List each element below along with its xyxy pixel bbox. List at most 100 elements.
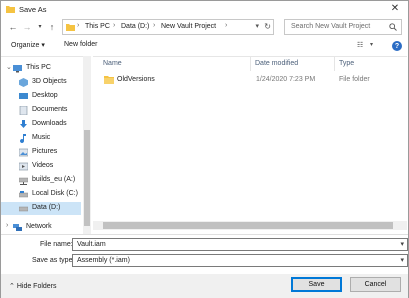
address-dropdown-icon[interactable]: ▾ [255,22,259,30]
file-list: Name Date modified Type OldVersions 1/24… [93,56,407,234]
save-as-dialog: Save As ✕ ← → ▾ ↑ › This PC › Data (D:) … [0,0,409,298]
column-header-label: Date modified [255,60,299,67]
breadcrumb-data-d[interactable]: Data (D:) [121,23,149,30]
view-options-icon[interactable]: ☷ [357,41,363,49]
breadcrumb-separator: › [77,22,80,29]
column-header-label: Type [339,60,355,67]
sidebar-item-videos[interactable]: Videos [1,160,81,173]
sidebar-item-network[interactable]: › Network [1,221,81,234]
close-button[interactable]: ✕ [384,1,406,16]
column-header-name[interactable]: Name [99,57,251,71]
sidebar-item-label: Documents [32,106,68,113]
address-bar[interactable]: › This PC › Data (D:) › New Vault Projec… [62,19,274,35]
column-header-type[interactable]: Type [335,57,405,71]
sidebar-item-music[interactable]: Music [1,132,81,145]
picture-icon [19,148,28,157]
disk-icon [19,191,28,198]
arrow-right-icon: → [22,21,32,32]
help-icon[interactable]: ? [392,41,402,51]
sidebar-item-label: Network [26,223,52,230]
file-type: File folder [339,76,370,83]
hide-folders-button[interactable]: ⌃ Hide Folders [9,282,57,290]
chevron-down-icon: ▾ [38,24,42,30]
breadcrumb-separator: › [153,22,156,29]
network-drive-icon [19,177,28,185]
navigation-pane: ⌄ This PC 3D Objects Desktop Documents D… [1,56,91,234]
list-item[interactable]: OldVersions 1/24/2020 7:23 PM File folde… [99,73,399,86]
search-input[interactable]: Search New Vault Project [284,19,402,35]
toolbar: Organize ▾ New folder ☷ ▾ ? [1,38,408,54]
file-name-field[interactable]: Vault.iam ▾ [72,238,408,251]
search-placeholder: Search New Vault Project [291,23,371,30]
sidebar-item-label: Data (D:) [32,204,61,211]
sidebar-item-data-d[interactable]: Data (D:) [1,202,81,215]
folder-icon [66,24,75,31]
sidebar-item-downloads[interactable]: Downloads [1,118,81,131]
recent-locations-button[interactable]: ▾ [34,20,46,33]
desktop-icon [19,93,28,99]
hide-folders-label: Hide Folders [16,283,57,290]
collapse-icon[interactable]: ⌄ [6,63,12,71]
download-icon [20,120,27,128]
nav-scrollbar[interactable] [83,56,91,234]
file-name: OldVersions [117,76,155,83]
sidebar-item-local-disk-c[interactable]: Local Disk (C:) [1,188,81,201]
nav-scrollbar-thumb[interactable] [84,130,90,226]
file-date: 1/24/2020 7:23 PM [256,76,316,83]
sidebar-item-desktop[interactable]: Desktop [1,90,81,103]
breadcrumb-separator: › [225,22,228,29]
sidebar-item-this-pc[interactable]: ⌄ This PC [1,62,81,75]
folder-icon [6,6,15,13]
arrow-left-icon: ← [8,21,18,32]
up-button[interactable]: ↑ [46,20,58,33]
file-name-value: Vault.iam [77,241,106,248]
title-bar: Save As ✕ [1,1,408,17]
sidebar-item-label: Downloads [32,120,67,127]
organize-button[interactable]: Organize ▾ [11,41,45,49]
video-icon [19,162,28,171]
chevron-down-icon[interactable]: ▾ [370,41,373,48]
sidebar-item-pictures[interactable]: Pictures [1,146,81,159]
address-row: ← → ▾ ↑ › This PC › Data (D:) › New Vaul… [1,18,408,36]
document-icon [19,106,28,115]
save-as-type-value: Assembly (*.iam) [77,257,130,264]
column-header-label: Name [103,60,122,67]
search-icon [389,23,397,31]
divider [1,234,408,235]
arrow-up-icon: ↑ [49,21,55,32]
breadcrumb-new-vault-project[interactable]: New Vault Project [161,23,216,30]
cancel-button[interactable]: Cancel [350,277,401,292]
sidebar-item-label: Pictures [32,148,58,155]
chevron-up-icon: ⌃ [9,283,15,290]
column-header-date[interactable]: Date modified [251,57,335,71]
network-icon [13,224,22,231]
sidebar-item-3d-objects[interactable]: 3D Objects [1,76,81,89]
save-as-type-select[interactable]: Assembly (*.iam) ▾ [72,254,408,267]
chevron-down-icon[interactable]: ▾ [400,240,404,248]
sidebar-item-label: This PC [26,64,51,71]
breadcrumb-this-pc[interactable]: This PC [85,23,110,30]
music-icon [20,134,26,143]
cube-icon [19,78,28,87]
sidebar-item-label: Music [32,134,51,141]
sidebar-item-documents[interactable]: Documents [1,104,81,117]
disk-icon [19,206,28,212]
forward-button[interactable]: → [21,20,33,33]
file-name-label: File name: [40,241,73,248]
file-list-scrollbar-thumb[interactable] [103,222,393,229]
back-button[interactable]: ← [7,20,19,33]
expand-icon[interactable]: › [6,222,8,229]
save-button[interactable]: Save [291,277,342,292]
sidebar-item-label: Desktop [32,92,58,99]
computer-icon [13,65,22,73]
refresh-icon[interactable]: ↻ [264,22,271,31]
breadcrumb-separator: › [113,22,116,29]
folder-icon [104,76,114,84]
sidebar-item-label: Videos [32,162,54,169]
file-list-scrollbar[interactable] [93,221,407,230]
chevron-down-icon: ▾ [400,257,404,264]
new-folder-button[interactable]: New folder [64,41,97,48]
sidebar-item-builds-eu[interactable]: builds_eu (A:) [1,174,81,187]
sidebar-item-label: builds_eu (A:) [32,176,76,183]
sidebar-item-label: Local Disk (C:) [32,190,78,197]
